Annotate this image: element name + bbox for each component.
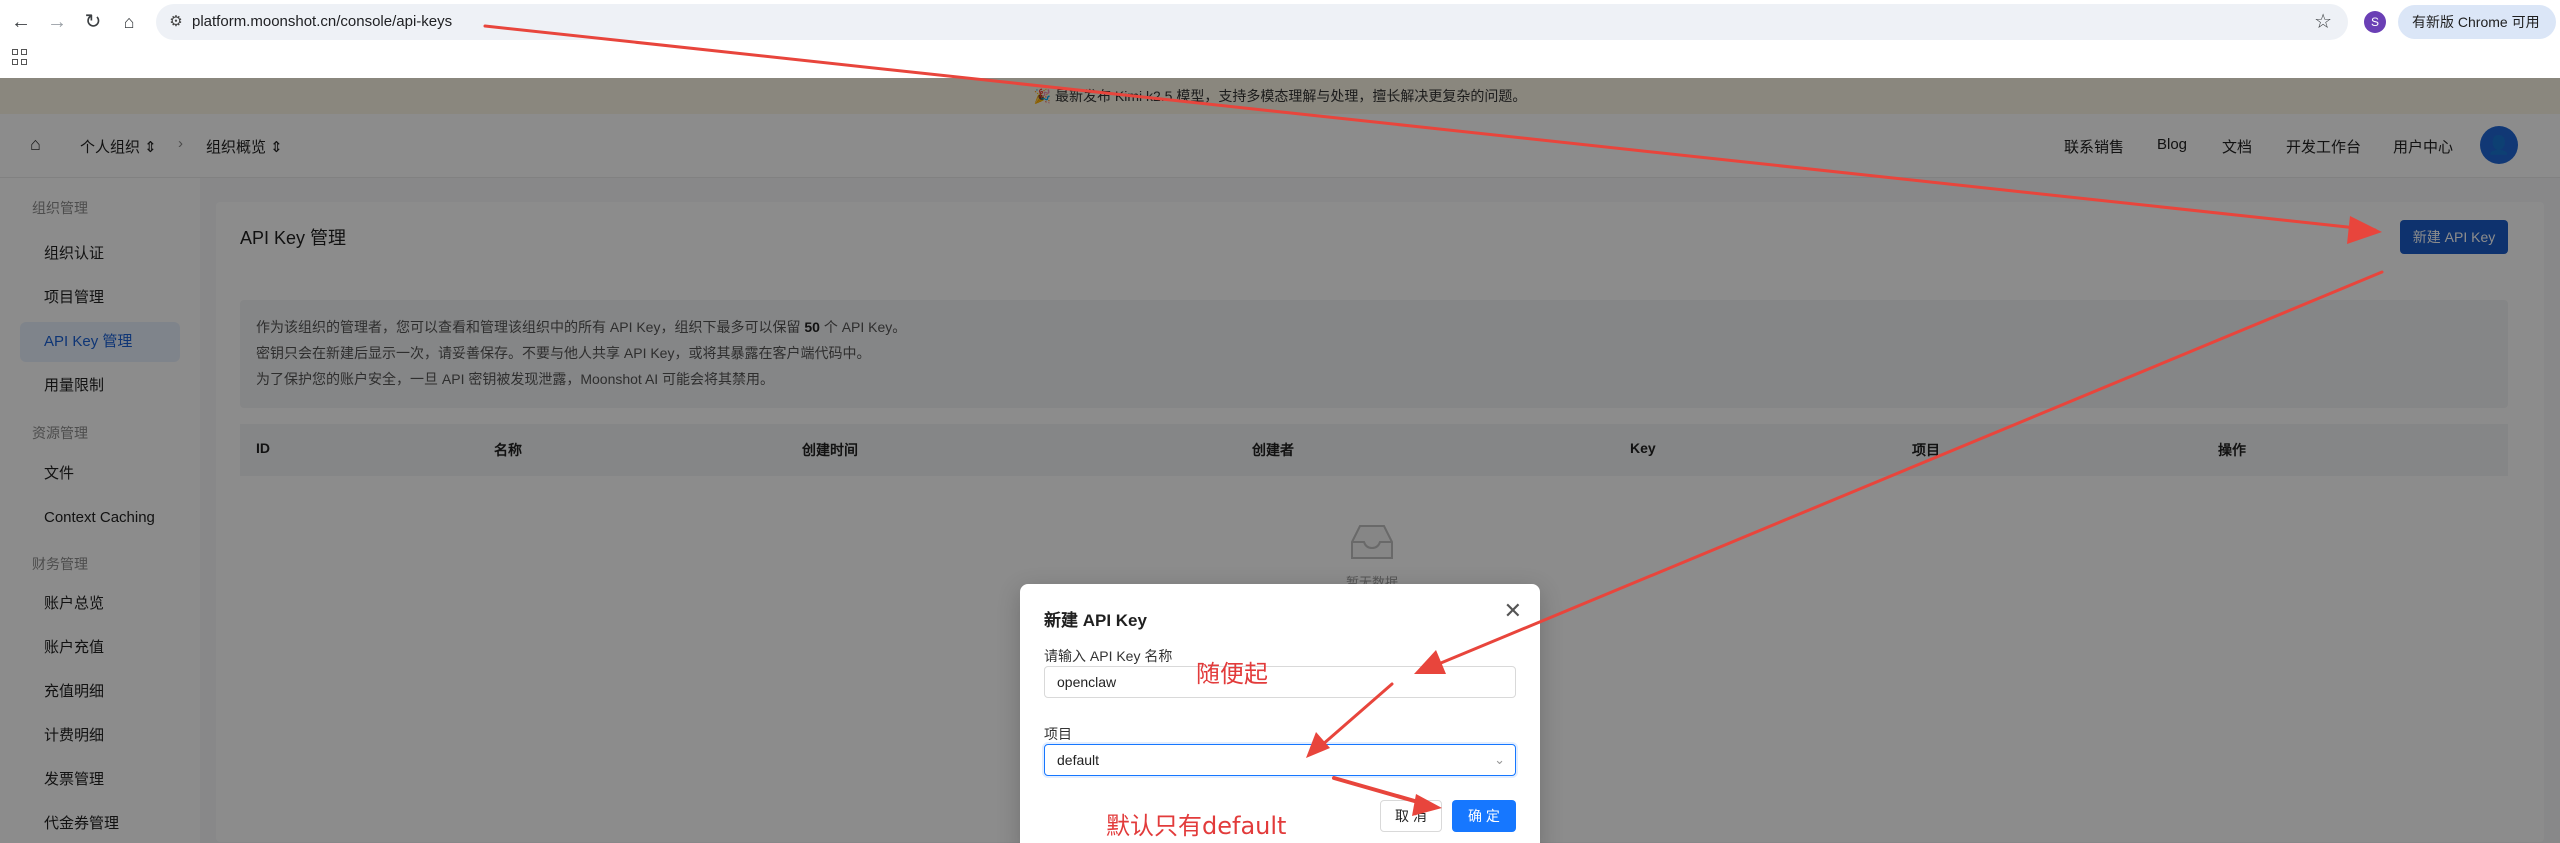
browser-toolbar: ← → ↻ ⌂ ⚙ platform.moonshot.cn/console/a…	[0, 0, 2560, 64]
annotation-project-hint: 默认只有default	[1106, 812, 1287, 840]
api-key-name-input[interactable]: openclaw	[1044, 666, 1516, 698]
project-select-value: default	[1057, 752, 1100, 768]
reload-icon[interactable]: ↻	[80, 9, 106, 35]
back-icon[interactable]: ←	[8, 9, 34, 35]
project-field-label: 项目	[1044, 726, 1072, 742]
annotation-name-hint: 随便起	[1196, 660, 1268, 688]
apps-grid-icon[interactable]	[12, 49, 28, 65]
chevron-down-icon: ⌄	[1494, 752, 1505, 767]
forward-icon[interactable]: →	[44, 9, 70, 35]
new-api-key-dialog: 新建 API Key ✕ 请输入 API Key 名称 openclaw 项目 …	[1020, 584, 1540, 843]
profile-avatar[interactable]: S	[2364, 11, 2386, 33]
close-icon[interactable]: ✕	[1504, 598, 1522, 624]
home-icon[interactable]: ⌂	[116, 9, 142, 35]
name-field-label: 请输入 API Key 名称	[1044, 648, 1173, 664]
cancel-button[interactable]: 取 消	[1380, 800, 1442, 832]
confirm-button[interactable]: 确 定	[1452, 800, 1516, 832]
address-bar[interactable]: ⚙ platform.moonshot.cn/console/api-keys …	[156, 4, 2348, 40]
chrome-update-label: 有新版 Chrome 可用	[2412, 14, 2540, 30]
chrome-update-button[interactable]: 有新版 Chrome 可用 ⋮	[2398, 5, 2556, 64]
url-text: platform.moonshot.cn/console/api-keys	[192, 13, 453, 30]
project-select[interactable]: default ⌄	[1044, 744, 1516, 776]
site-settings-icon[interactable]: ⚙	[166, 12, 186, 32]
bookmarks-bar	[0, 44, 2560, 78]
dialog-title: 新建 API Key	[1044, 611, 1147, 630]
bookmark-star-icon[interactable]: ☆	[2314, 10, 2332, 34]
